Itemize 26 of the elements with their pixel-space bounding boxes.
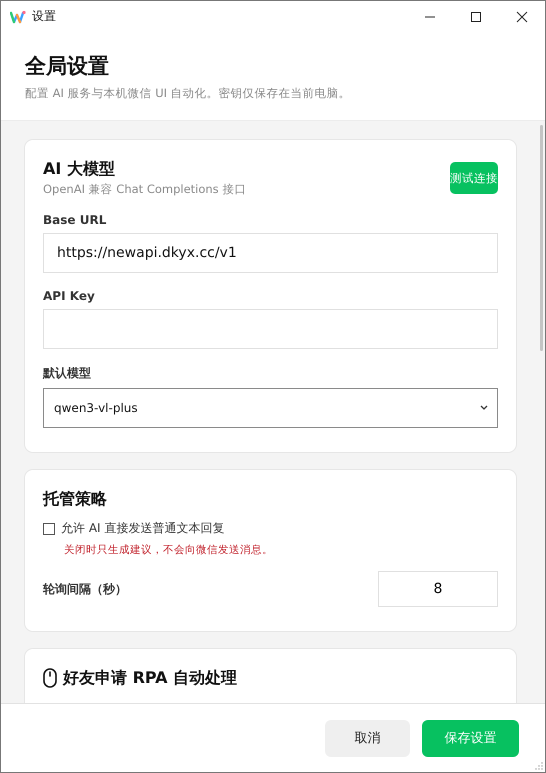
maximize-icon — [470, 10, 482, 22]
model-dropdown[interactable]: qwen3-vl-plus — [43, 388, 498, 428]
input-field[interactable]: https://newapi.dkyx.cc/v1 — [43, 233, 498, 273]
page-title: 全局设置 — [25, 53, 110, 80]
field-label: 轮询间隔（秒） — [43, 580, 127, 598]
page-subtitle: 配置 AI 服务与本机微信 UI 自动化。密钥仅保存在当前电脑。 — [25, 86, 352, 101]
field-label: API Key — [43, 289, 96, 303]
close-icon — [516, 10, 528, 22]
field-label: Base URL — [43, 213, 108, 227]
section-title: 好友申请 RPA 自动处理 — [63, 667, 238, 689]
app-logo-icon — [10, 10, 26, 24]
input-field[interactable] — [43, 309, 498, 349]
section-title: 托管策略 — [43, 488, 107, 510]
window-title: 设置 — [32, 8, 56, 25]
mouse-icon — [43, 668, 57, 688]
checkbox-label: 允许 AI 直接发送普通文本回复 — [61, 520, 224, 537]
number-field[interactable]: 8 — [378, 571, 498, 607]
warning-note: 关闭时只生成建议，不会向微信发送消息。 — [64, 543, 274, 557]
resize-grip-icon[interactable] — [535, 762, 543, 770]
field-label: 默认模型 — [43, 365, 92, 382]
section-title: AI 大模型 — [43, 158, 115, 180]
checkbox[interactable] — [43, 522, 55, 534]
section-subtitle: OpenAI 兼容 Chat Completions 接口 — [43, 182, 246, 197]
chevron-down-icon — [479, 404, 489, 412]
scrollbar-thumb[interactable] — [540, 125, 543, 351]
cancel-button[interactable]: 取消 — [325, 720, 410, 756]
